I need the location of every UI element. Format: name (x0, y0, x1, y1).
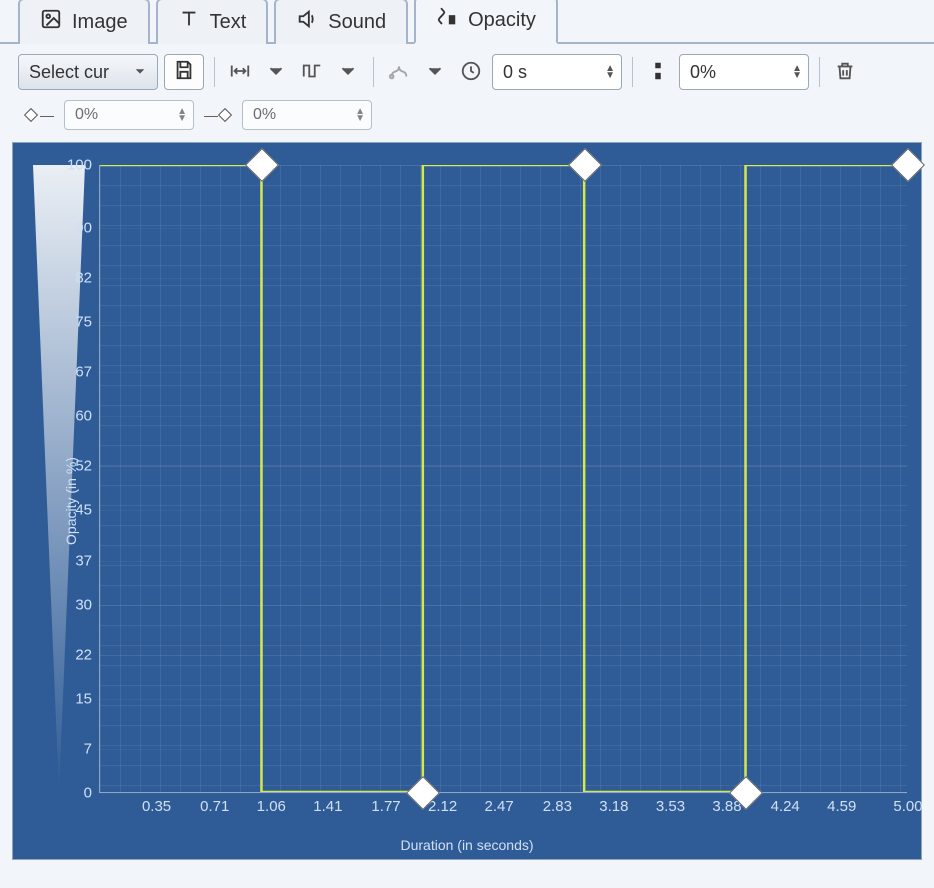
x-tick: 3.53 (656, 798, 685, 815)
keyframe-in-input[interactable]: 0% ▲▼ (64, 100, 194, 130)
tab-image-label: Image (72, 11, 128, 34)
trash-icon (834, 60, 856, 85)
y-tick: 7 (84, 741, 92, 758)
x-tick: 2.47 (485, 798, 514, 815)
opacity-value-icon (647, 60, 669, 85)
chart-plot-area[interactable]: 0715223037455260677582901000.350.711.061… (99, 165, 907, 793)
opacity-icon (436, 6, 458, 34)
x-tick: 3.18 (599, 798, 628, 815)
percent-input[interactable]: 0% ▲▼ (679, 54, 809, 90)
y-tick: 60 (75, 408, 92, 425)
text-icon (178, 8, 200, 36)
spinner-arrows[interactable]: ▲▼ (355, 108, 365, 122)
y-tick: 15 (75, 690, 92, 707)
chart-x-label: Duration (in seconds) (400, 837, 533, 853)
opacity-field-icon (643, 54, 673, 90)
keyframe-out-icon: — (204, 107, 232, 123)
toolbar: Select cur 0 s ▲▼ 0% ▲▼ (0, 44, 934, 96)
fit-width-menu[interactable] (261, 54, 291, 90)
tab-opacity-label: Opacity (468, 9, 536, 32)
clock-button[interactable] (456, 54, 486, 90)
x-tick: 1.06 (257, 798, 286, 815)
tab-sound-label: Sound (328, 11, 386, 34)
spinner-arrows[interactable]: ▲▼ (792, 65, 802, 79)
x-tick: 0.35 (142, 798, 171, 815)
y-tick: 30 (75, 596, 92, 613)
y-tick: 52 (75, 458, 92, 475)
y-tick: 75 (75, 314, 92, 331)
tab-opacity[interactable]: Opacity (414, 0, 558, 44)
x-tick: 1.41 (313, 798, 342, 815)
easing-icon (388, 60, 410, 85)
y-tick: 67 (75, 364, 92, 381)
sound-icon (296, 8, 318, 36)
wave-shape-menu[interactable] (333, 54, 363, 90)
x-tick: 5.00 (893, 798, 922, 815)
keyframe-in-value: 0% (75, 106, 98, 124)
y-tick: 45 (75, 502, 92, 519)
square-wave-icon (301, 60, 323, 85)
tab-text-label: Text (210, 11, 247, 34)
separator (214, 57, 215, 87)
y-tick: 100 (67, 157, 92, 174)
x-tick: 0.71 (200, 798, 229, 815)
toolbar-row-2: — 0% ▲▼ — 0% ▲▼ (0, 96, 934, 136)
time-value: 0 s (503, 62, 527, 83)
time-input[interactable]: 0 s ▲▼ (492, 54, 622, 90)
delete-button[interactable] (830, 54, 860, 90)
tab-image[interactable]: Image (18, 0, 150, 44)
x-tick: 4.24 (771, 798, 800, 815)
keyframe-out-input[interactable]: 0% ▲▼ (242, 100, 372, 130)
save-button[interactable] (164, 54, 204, 90)
chevron-down-icon (265, 60, 287, 85)
separator (819, 57, 820, 87)
easing-button[interactable] (384, 54, 414, 90)
x-tick: 4.59 (827, 798, 856, 815)
chevron-down-icon (133, 62, 147, 83)
percent-value: 0% (690, 62, 716, 83)
easing-menu[interactable] (420, 54, 450, 90)
save-icon (173, 59, 195, 86)
x-tick: 1.77 (371, 798, 400, 815)
y-tick: 82 (75, 270, 92, 287)
tab-text[interactable]: Text (156, 0, 269, 44)
opacity-chart: Opacity (in %) Duration (in seconds) 071… (12, 142, 922, 860)
x-tick: 2.83 (543, 798, 572, 815)
fit-width-button[interactable] (225, 54, 255, 90)
chevron-down-icon (337, 60, 359, 85)
keyframe-out-value: 0% (253, 106, 276, 124)
keyframe-in-icon: — (26, 107, 54, 123)
spinner-arrows[interactable]: ▲▼ (605, 65, 615, 79)
separator (373, 57, 374, 87)
tab-bar: Image Text Sound Opacity (0, 0, 934, 44)
tab-sound[interactable]: Sound (274, 0, 408, 44)
fit-width-icon (229, 60, 251, 85)
y-tick: 37 (75, 552, 92, 569)
wave-shape-button[interactable] (297, 54, 327, 90)
chevron-down-icon (424, 60, 446, 85)
clock-icon (460, 60, 482, 85)
y-tick: 22 (75, 646, 92, 663)
image-icon (40, 8, 62, 36)
separator (632, 57, 633, 87)
spinner-arrows[interactable]: ▲▼ (177, 108, 187, 122)
curve-select[interactable]: Select cur (18, 54, 158, 90)
y-tick: 90 (75, 219, 92, 236)
curve-select-label: Select cur (29, 62, 109, 83)
y-tick: 0 (84, 785, 92, 802)
